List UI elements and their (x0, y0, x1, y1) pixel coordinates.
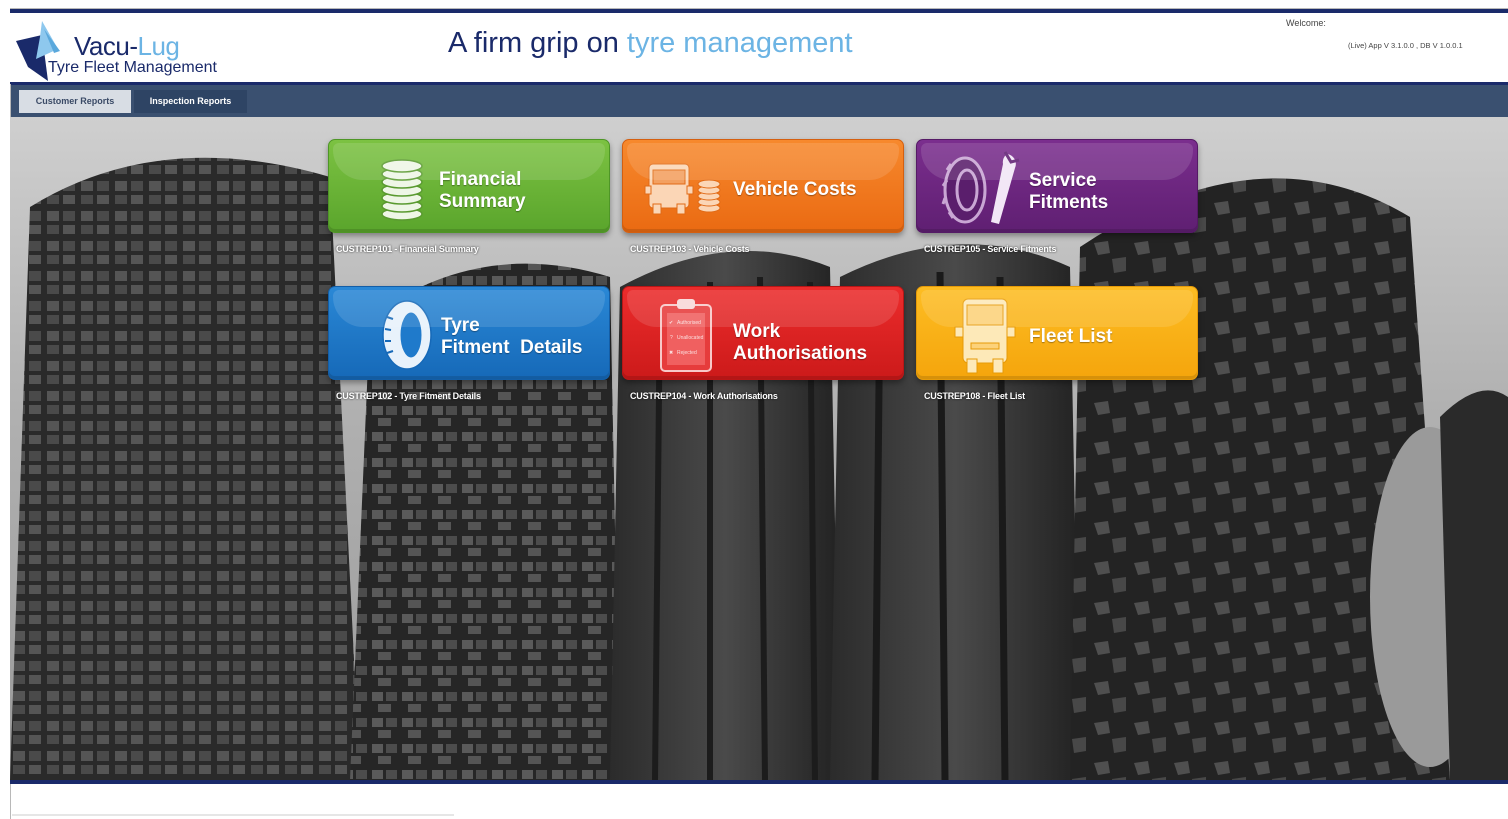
truck-coins-icon (644, 163, 721, 215)
tyre-icon (382, 300, 432, 370)
brand-name: Vacu-Lug (74, 31, 180, 62)
vehicle-costs-tile[interactable]: Vehicle Costs (622, 139, 904, 233)
tyre-fitment-details-tile[interactable]: Tyre Fitment Details (328, 286, 610, 380)
tile-title: Tyre Fitment Details (441, 315, 582, 359)
tile-title: Service Fitments (1029, 170, 1108, 214)
bottom-border (10, 780, 1508, 784)
financial-summary-caption: CUSTREP101 - Financial Summary (336, 244, 479, 254)
tab-customer-reports[interactable]: Customer Reports (19, 90, 131, 113)
clipboard-line-authorised: Authorised (677, 320, 701, 326)
tile-title-line1: Financial (439, 169, 522, 190)
truck-icon (954, 298, 1016, 374)
clipboard-line-unallocated: Unallocated (677, 335, 704, 341)
tile-title-line2: Authorisations (733, 343, 868, 364)
work-authorisations-tile[interactable]: ✔ Authorised ? Unallocated ✖ Rejected Wo… (622, 286, 904, 380)
brand-name-accent: Lug (137, 31, 180, 61)
tagline-accent: tyre management (626, 27, 853, 59)
financial-summary-tile[interactable]: Financial Summary (328, 139, 610, 233)
tyre-wrench-icon (941, 151, 1020, 224)
tile-title: Financial Summary (439, 169, 526, 213)
cross-mark: ✖ (669, 350, 673, 356)
clipboard-line-rejected: Rejected (677, 350, 697, 356)
clipboard-icon: ✔ Authorised ? Unallocated ✖ Rejected (660, 299, 712, 372)
tile-title-line1: Service (1029, 170, 1097, 191)
tile-title-line2: Fitments (1029, 192, 1109, 213)
tab-inspection-reports[interactable]: Inspection Reports (134, 90, 247, 113)
welcome-label: Welcome: (1286, 18, 1326, 28)
service-fitments-tile[interactable]: Service Fitments (916, 139, 1198, 233)
brand-subtitle: Tyre Fleet Management (48, 59, 217, 76)
tile-title-line1: Tyre (441, 315, 480, 336)
report-tab-bar: Customer Reports Inspection Reports (10, 85, 1508, 117)
work-authorisations-caption: CUSTREP104 - Work Authorisations (630, 391, 778, 401)
tile-title: Vehicle Costs (733, 179, 857, 200)
version-info: (Live) App V 3.1.0.0 , DB V 1.0.0.1 (1348, 41, 1463, 50)
tile-title-line1: Work (733, 321, 781, 342)
tyre-background-image: Financial Summary CUSTREP101 - Financial … (10, 117, 1508, 780)
tile-title-line2: Fitment Details (441, 337, 583, 358)
tagline: A firm grip on tyre management (448, 27, 853, 60)
app-header: Vacu-Lug Tyre Fleet Management A firm gr… (10, 9, 1508, 85)
tile-title: Fleet List (1029, 326, 1113, 347)
vehicle-costs-caption: CUSTREP103 - Vehicle Costs (630, 244, 750, 254)
tyre-fitment-details-caption: CUSTREP102 - Tyre Fitment Details (336, 391, 481, 401)
vacu-lug-logo[interactable]: Vacu-Lug Tyre Fleet Management (14, 19, 224, 81)
brand-name-main: Vacu- (74, 31, 138, 61)
tagline-main: A firm grip on (448, 27, 627, 59)
fleet-list-caption: CUSTREP108 - Fleet List (924, 391, 1025, 401)
tile-title-line2: Summary (439, 191, 526, 212)
fleet-list-tile[interactable]: Fleet List (916, 286, 1198, 380)
footer-strip (12, 814, 454, 816)
coins-icon (381, 159, 423, 221)
question-mark: ? (670, 335, 673, 341)
check-mark: ✔ (669, 320, 673, 326)
service-fitments-caption: CUSTREP105 - Service Fitments (924, 244, 1057, 254)
tile-title: Work Authorisations (733, 321, 867, 365)
